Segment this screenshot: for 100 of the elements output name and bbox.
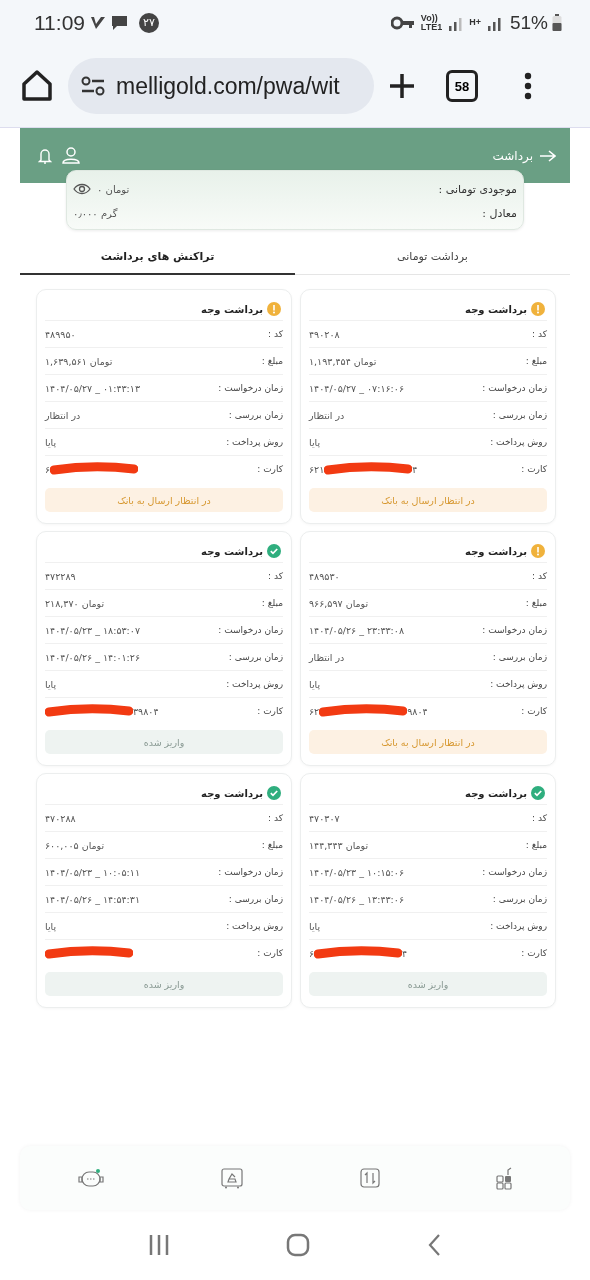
field-label: زمان درخواست : (482, 867, 547, 877)
field-value: پایا (309, 436, 321, 448)
field-label: زمان بررسی : (492, 410, 547, 420)
balance-value: ۰ تومان (97, 183, 130, 195)
field-value: پایا (309, 678, 321, 690)
balance-label: موجودی تومانی : (438, 182, 517, 196)
card-number-part: ۶ (309, 947, 315, 959)
recent-apps-icon[interactable] (148, 1234, 169, 1256)
battery-icon (552, 13, 562, 32)
field-label: کارت : (257, 464, 283, 474)
status-button[interactable]: واریز شده (309, 972, 547, 996)
message-icon (111, 13, 129, 32)
menu-icon[interactable] (524, 72, 532, 100)
field-value: ۱۴۴,۳۴۳ تومان (309, 839, 369, 851)
transfer-arrows-icon[interactable] (358, 1167, 381, 1189)
site-settings-icon[interactable] (80, 74, 106, 98)
hplus-label: H+ (469, 18, 481, 27)
field-value: ۴۷۲۲۸۹ (45, 570, 76, 582)
field-label: زمان بررسی : (492, 652, 547, 662)
field-label: روش پرداخت : (490, 921, 547, 931)
field-value: در انتظار (309, 409, 345, 421)
field-label: کارت : (521, 948, 547, 958)
field-label: روش پرداخت : (490, 679, 547, 689)
field-label: کارت : (521, 464, 547, 474)
balance-value: ۰٫۰۰۰ گرم (73, 207, 118, 219)
field-value: ۱۴۰۴/۰۵/۲۶ _ ۱۴:۵۴:۳۱ (45, 893, 141, 905)
apps-grid-icon[interactable] (495, 1166, 513, 1190)
status-button[interactable]: در انتظار ارسال به بانک (309, 488, 547, 512)
field-label: کارت : (521, 706, 547, 716)
warning-icon (531, 544, 545, 558)
field-value: پایا (309, 920, 321, 932)
field-value: ۱۴۰۴/۰۵/۲۶ _ ۲۳:۳۳:۰۸ (309, 624, 405, 636)
field-value: در انتظار (309, 651, 345, 663)
field-label: زمان بررسی : (228, 652, 283, 662)
status-button[interactable]: واریز شده (45, 730, 283, 754)
new-tab-icon[interactable] (388, 72, 416, 100)
status-button[interactable]: واریز شده (45, 972, 283, 996)
field-value: ۱۴۰۴/۰۵/۲۷ _ ۰۱:۴۳:۱۳ (45, 382, 141, 394)
field-value: ۴۷۰۲۸۸ (45, 812, 76, 824)
eye-icon[interactable] (73, 183, 91, 195)
headset-chat-icon[interactable] (77, 1167, 106, 1189)
field-value: ۲۱۸,۳۷۰ تومان (45, 597, 105, 609)
field-label: کد : (532, 571, 547, 581)
field-label: کد : (532, 329, 547, 339)
field-value: ۱۴۰۴/۰۵/۲۷ _ ۰۷:۱۶:۰۶ (309, 382, 405, 394)
field-label: مبلغ : (261, 840, 283, 850)
field-label: کارت : (257, 706, 283, 716)
page-title: برداشت (492, 148, 533, 163)
status-button[interactable]: در انتظار ارسال به بانک (309, 730, 547, 754)
field-label: زمان بررسی : (492, 894, 547, 904)
check-icon (267, 786, 281, 800)
field-label: مبلغ : (525, 356, 547, 366)
field-label: زمان درخواست : (482, 625, 547, 635)
field-value: ۴۷۰۳۰۷ (309, 812, 340, 824)
home-icon[interactable] (20, 69, 54, 103)
field-value: ۹۶۶,۵۹۷ تومان (309, 597, 369, 609)
home-button-icon[interactable] (286, 1233, 311, 1257)
volte-label: Vo)) (420, 13, 438, 23)
bell-icon[interactable] (38, 147, 52, 164)
field-label: زمان بررسی : (228, 410, 283, 420)
field-value: پایا (45, 678, 57, 690)
card-number-part: ۴ (402, 947, 408, 959)
user-icon[interactable] (62, 147, 80, 164)
card-title: برداشت وجه (201, 303, 263, 315)
warning-icon (531, 302, 545, 316)
field-label: روش پرداخت : (490, 437, 547, 447)
field-value: ۱۴۰۴/۰۵/۲۳ _ ۱۰:۱۵:۰۶ (309, 866, 405, 878)
field-label: کد : (532, 813, 547, 823)
card-number-part: ۶۲ (309, 705, 320, 717)
url-text: melligold.com/pwa/wit (116, 72, 340, 100)
field-value: ۴۹۰۲۰۸ (309, 328, 340, 340)
field-value: در انتظار (45, 409, 81, 421)
field-label: روش پرداخت : (226, 437, 283, 447)
bullion-icon[interactable] (220, 1167, 245, 1189)
address-bar[interactable]: melligold.com/pwa/wit (68, 58, 374, 114)
card-number-part: ۹۸۰۴ (407, 705, 428, 717)
notification-count: ۲۷ (139, 12, 159, 33)
card-number-part: ۳۹۸۰۴ (133, 705, 159, 717)
field-label: مبلغ : (261, 356, 283, 366)
field-value: ۱۴۰۴/۰۵/۲۳ _ ۱۰:۰۵:۱۱ (45, 866, 141, 878)
field-label: کد : (268, 329, 283, 339)
back-arrow-icon[interactable] (539, 148, 556, 163)
back-icon[interactable] (428, 1234, 442, 1256)
clock-time: 11:09 (34, 10, 85, 35)
status-button[interactable]: در انتظار ارسال به بانک (45, 488, 283, 512)
tab-count[interactable]: 58 (446, 70, 478, 102)
field-label: زمان درخواست : (218, 383, 283, 393)
card-title: برداشت وجه (465, 787, 527, 799)
card-title: برداشت وجه (201, 545, 263, 557)
field-value: ۱۴۰۴/۰۵/۲۶ _ ۱۳:۴۳:۰۶ (309, 893, 405, 905)
field-value: پایا (45, 436, 57, 448)
field-value: پایا (45, 920, 57, 932)
field-value: ۴۸۹۵۳۰ (309, 570, 340, 582)
check-icon (531, 786, 545, 800)
card-number-part: ۶۲۱ (309, 463, 325, 475)
check-icon (267, 544, 281, 558)
tab[interactable]: برداشت تومانی (295, 239, 570, 275)
tab[interactable]: تراکنش های برداشت (20, 239, 295, 275)
field-label: روش پرداخت : (226, 679, 283, 689)
field-label: کارت : (257, 948, 283, 958)
